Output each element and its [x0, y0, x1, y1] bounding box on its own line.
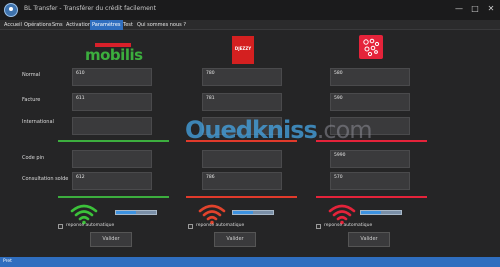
mobilis-code-pin-field[interactable]	[72, 150, 152, 168]
mobilis-logo-text: mobilis	[85, 46, 143, 64]
mobilis-consultation-field[interactable]: 612	[72, 172, 152, 190]
djezzy-consultation-field[interactable]: 786	[202, 172, 282, 190]
close-icon[interactable]: ✕	[484, 2, 498, 16]
mobilis-progress-fill	[116, 211, 136, 214]
ooredoo-progress-bar	[360, 210, 402, 215]
ooredoo-logo	[359, 35, 383, 59]
ooredoo-valider-button[interactable]: Valider	[348, 232, 390, 247]
mobilis-divider-bottom	[58, 196, 169, 198]
djezzy-auto-reply-checkbox[interactable]	[188, 224, 193, 229]
djezzy-auto-reply-label: reponse automatique	[196, 223, 245, 228]
menu-bar: Accueil Opérations Sms Activation Paramè…	[0, 20, 500, 30]
menu-test[interactable]: Test	[121, 20, 135, 30]
window-title: BL Transfer - Transférer du crédit facil…	[24, 5, 156, 12]
djezzy-code-pin-field[interactable]	[202, 150, 282, 168]
mobilis-progress-bar	[115, 210, 157, 215]
title-bar: BL Transfer - Transférer du crédit facil…	[0, 0, 500, 20]
maximize-icon[interactable]: □	[468, 2, 482, 16]
ooredoo-facture-field[interactable]: 590	[330, 93, 410, 111]
mobilis-auto-reply-label: reponse automatique	[66, 223, 115, 228]
watermark-suffix: .com	[316, 116, 373, 144]
djezzy-divider-bottom	[186, 196, 297, 198]
djezzy-signal-icon	[198, 204, 226, 225]
mobilis-facture-field[interactable]: 611	[72, 93, 152, 111]
settings-panel: mobilis DJEZZY Normal Facture Internatio…	[0, 31, 500, 257]
ooredoo-auto-reply-label: reponse automatique	[324, 223, 373, 228]
mobilis-divider	[58, 140, 169, 142]
mobilis-valider-button[interactable]: Valider	[90, 232, 132, 247]
ooredoo-logo-icon	[363, 38, 380, 57]
ooredoo-consultation-field[interactable]: 570	[330, 172, 410, 190]
label-consultation-solde: Consultation solde	[22, 176, 69, 182]
label-normal: Normal	[22, 72, 41, 78]
minimize-icon[interactable]: —	[452, 2, 466, 16]
djezzy-progress-fill	[233, 211, 253, 214]
menu-sms[interactable]: Sms	[50, 20, 65, 30]
ooredoo-code-pin-field[interactable]: 5990	[330, 150, 410, 168]
label-international: International	[22, 119, 54, 125]
ooredoo-normal-field[interactable]: 580	[330, 68, 410, 86]
menu-activation[interactable]: Activation	[64, 20, 93, 30]
app-logo-icon	[4, 3, 18, 17]
djezzy-normal-field[interactable]: 780	[202, 68, 282, 86]
label-facture: Facture	[22, 97, 41, 103]
label-code-pin: Code pin	[22, 155, 45, 161]
djezzy-logo: DJEZZY	[232, 36, 254, 64]
watermark-main: Ouedkniss	[185, 116, 318, 144]
mobilis-logo: mobilis	[73, 43, 153, 64]
mobilis-normal-field[interactable]: 610	[72, 68, 152, 86]
djezzy-logo-text: DJEZZY	[234, 46, 252, 51]
ooredoo-auto-reply-checkbox[interactable]	[316, 224, 321, 229]
djezzy-progress-bar	[232, 210, 274, 215]
ooredoo-signal-icon	[328, 204, 356, 225]
status-text: Pret	[3, 259, 12, 264]
menu-parametres[interactable]: Paramètres	[90, 20, 123, 30]
menu-operations[interactable]: Opérations	[22, 20, 54, 30]
mobilis-international-field[interactable]	[72, 117, 152, 135]
ooredoo-progress-fill	[361, 211, 381, 214]
status-bar: Pret	[0, 257, 500, 267]
djezzy-facture-field[interactable]: 781	[202, 93, 282, 111]
mobilis-auto-reply-checkbox[interactable]	[58, 224, 63, 229]
menu-qui-sommes-nous[interactable]: Qui sommes nous ?	[135, 20, 188, 30]
menu-accueil[interactable]: Accueil	[2, 20, 24, 30]
mobilis-signal-icon	[70, 204, 98, 225]
djezzy-valider-button[interactable]: Valider	[214, 232, 256, 247]
ouedkniss-watermark: Ouedkniss.com	[185, 116, 373, 144]
ooredoo-divider-bottom	[316, 196, 427, 198]
